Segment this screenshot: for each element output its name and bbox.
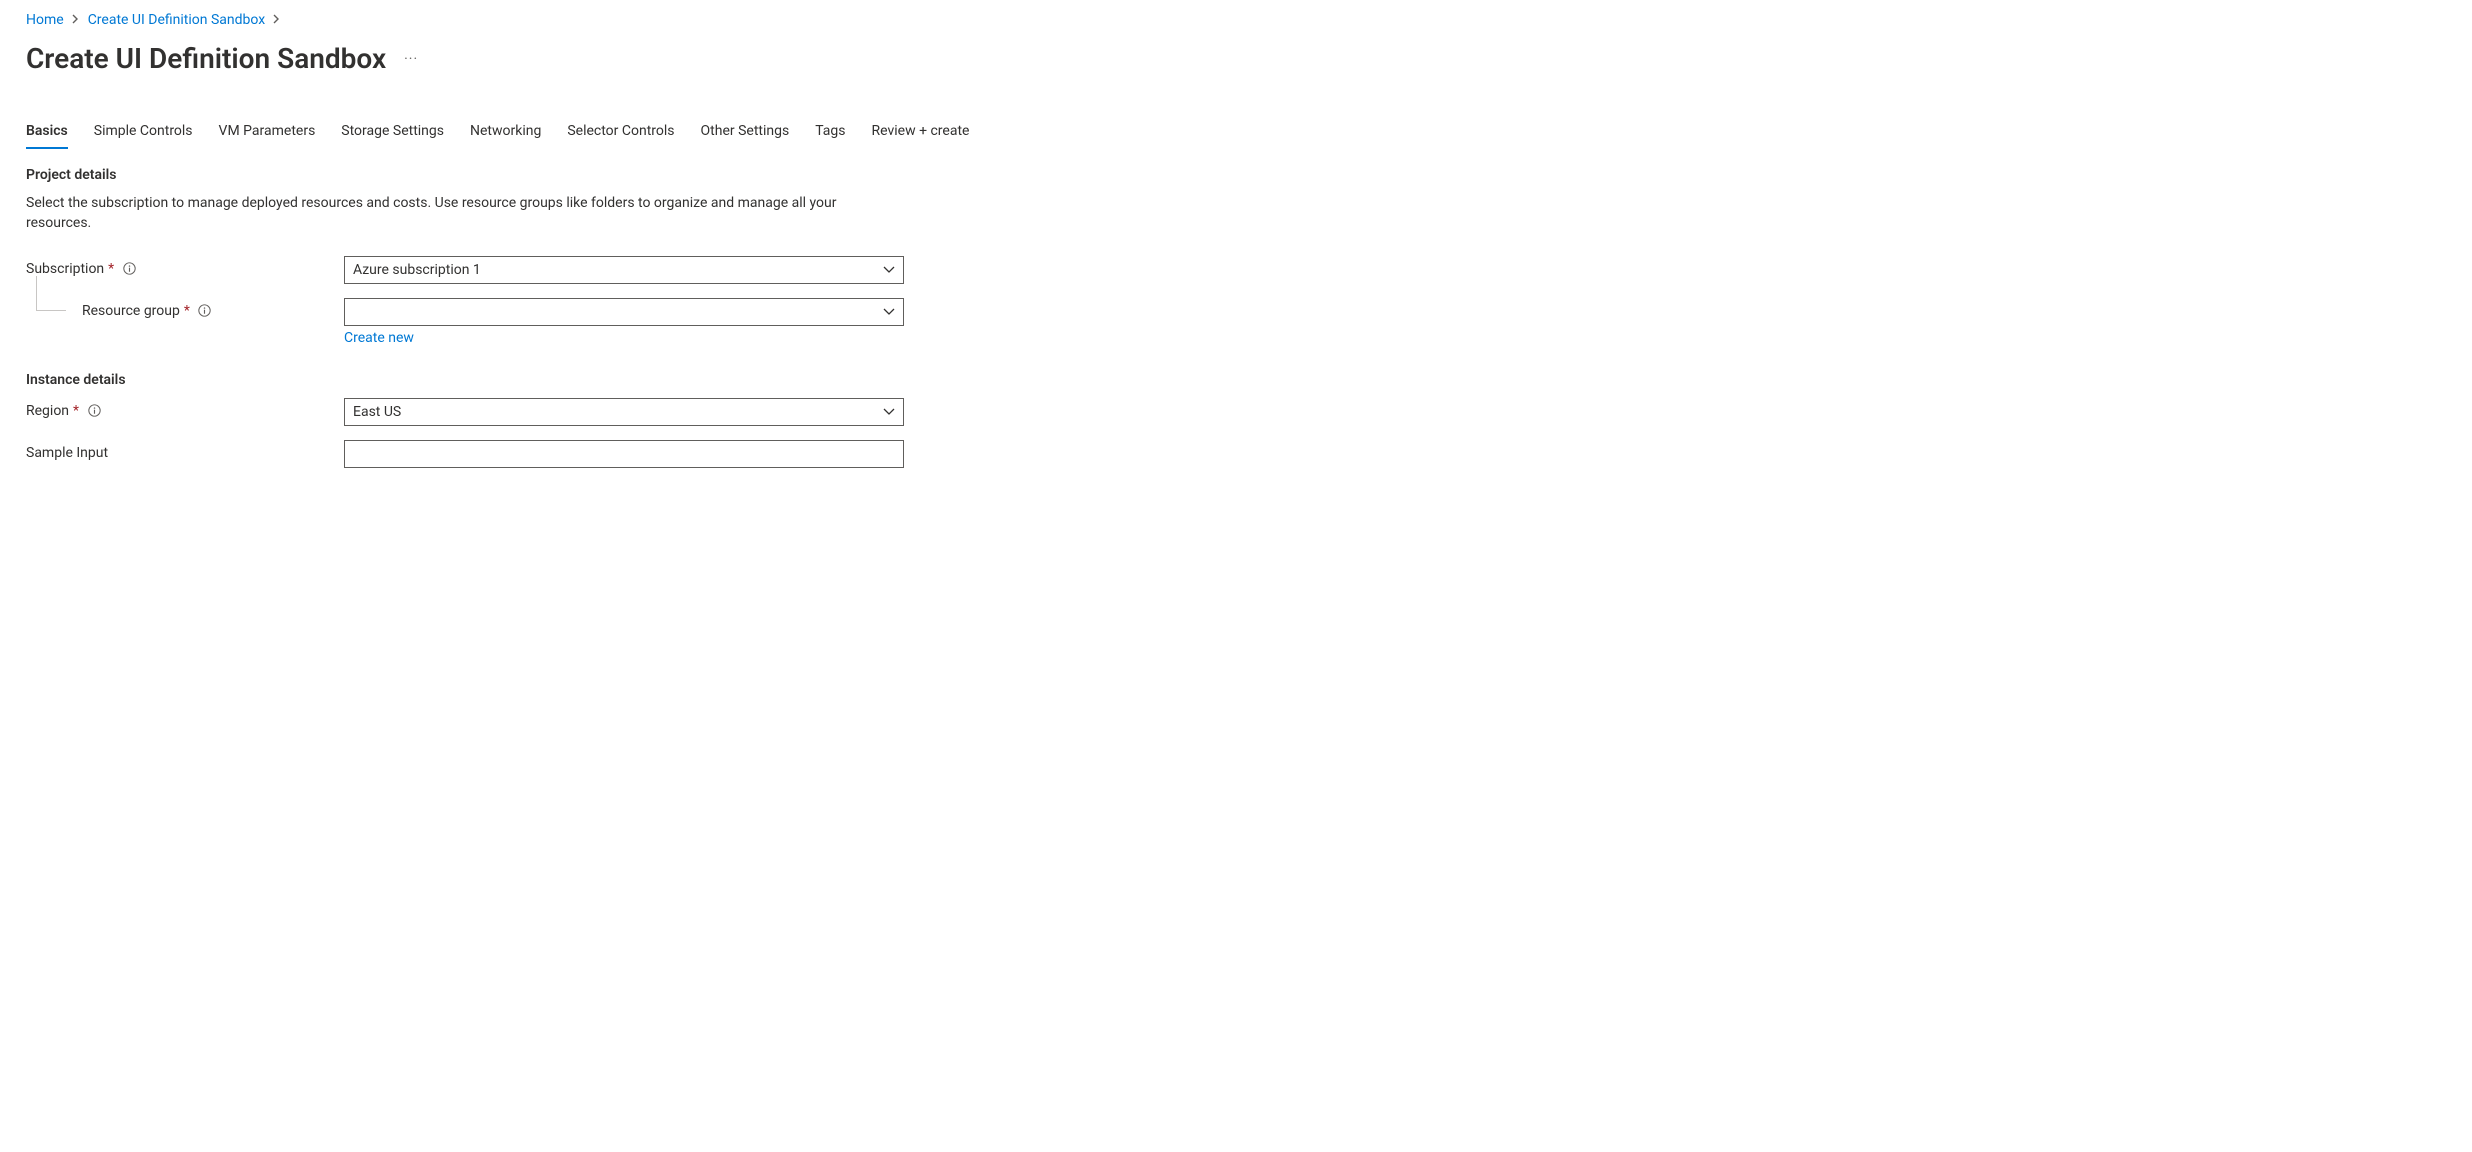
tab-networking[interactable]: Networking: [470, 123, 541, 149]
required-asterisk: *: [184, 303, 190, 319]
region-select[interactable]: East US: [344, 398, 904, 426]
form-row-subscription: Subscription * Azure subscription 1: [26, 256, 2472, 284]
more-actions-icon[interactable]: ···: [404, 51, 418, 67]
info-icon[interactable]: [87, 404, 101, 418]
tab-storage-settings[interactable]: Storage Settings: [341, 123, 444, 149]
tab-basics[interactable]: Basics: [26, 123, 68, 149]
form-row-region: Region * East US: [26, 398, 2472, 426]
resource-group-select[interactable]: [344, 298, 904, 326]
label-resource-group: Resource group *: [26, 298, 344, 319]
create-new-link[interactable]: Create new: [344, 330, 904, 346]
subscription-select[interactable]: Azure subscription 1: [344, 256, 904, 284]
section-desc-project-details: Select the subscription to manage deploy…: [26, 193, 856, 234]
section-project-details: Project details Select the subscription …: [26, 167, 2472, 346]
form-row-sample-input: Sample Input: [26, 440, 2472, 468]
tab-tags[interactable]: Tags: [815, 123, 845, 149]
chevron-down-icon: [883, 408, 895, 416]
info-icon[interactable]: [122, 262, 136, 276]
tab-simple-controls[interactable]: Simple Controls: [94, 123, 193, 149]
subscription-value: Azure subscription 1: [353, 262, 481, 278]
section-heading-project-details: Project details: [26, 167, 2472, 183]
form-row-resource-group: Resource group * Create new: [26, 298, 2472, 346]
breadcrumb-current[interactable]: Create UI Definition Sandbox: [88, 12, 265, 28]
subscription-label-text: Subscription: [26, 261, 104, 277]
label-subscription: Subscription *: [26, 256, 344, 277]
tabs: Basics Simple Controls VM Parameters Sto…: [26, 123, 2472, 149]
required-asterisk: *: [73, 403, 79, 419]
resource-group-label-text: Resource group: [82, 303, 180, 319]
chevron-right-icon: [273, 13, 281, 27]
breadcrumb-home[interactable]: Home: [26, 12, 64, 28]
region-value: East US: [353, 404, 401, 420]
sample-input-field[interactable]: [344, 440, 904, 468]
page-title: Create UI Definition Sandbox: [26, 42, 386, 75]
page-title-row: Create UI Definition Sandbox ···: [26, 42, 2472, 75]
chevron-down-icon: [883, 266, 895, 274]
label-sample-input: Sample Input: [26, 440, 344, 461]
required-asterisk: *: [108, 261, 114, 277]
tab-vm-parameters[interactable]: VM Parameters: [219, 123, 316, 149]
breadcrumb: Home Create UI Definition Sandbox: [26, 12, 2472, 28]
tab-review-create[interactable]: Review + create: [872, 123, 970, 149]
chevron-down-icon: [883, 308, 895, 316]
chevron-right-icon: [72, 13, 80, 27]
section-heading-instance-details: Instance details: [26, 372, 2472, 388]
tab-selector-controls[interactable]: Selector Controls: [567, 123, 674, 149]
sample-input-label-text: Sample Input: [26, 445, 108, 461]
section-instance-details: Instance details Region * East US Sample…: [26, 372, 2472, 468]
tab-other-settings[interactable]: Other Settings: [701, 123, 790, 149]
region-label-text: Region: [26, 403, 69, 419]
info-icon[interactable]: [198, 304, 212, 318]
label-region: Region *: [26, 398, 344, 419]
